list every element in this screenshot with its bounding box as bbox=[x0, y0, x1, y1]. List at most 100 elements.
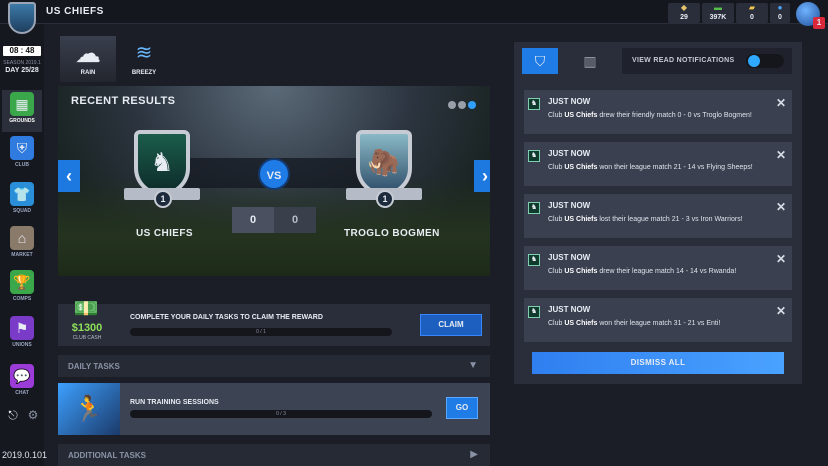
ball-icon: ◆ bbox=[680, 3, 688, 12]
close-icon[interactable]: ✕ bbox=[776, 96, 786, 110]
recent-results-title: RECENT RESULTS bbox=[71, 95, 176, 107]
notification-badge: 1 bbox=[813, 17, 825, 29]
toggle-knob bbox=[748, 55, 760, 67]
sidebar-item-chat[interactable]: 💬 CHAT bbox=[2, 362, 42, 404]
unions-icon: ▥ bbox=[583, 53, 597, 69]
unions-icon: ⚑ bbox=[10, 316, 34, 340]
stat-balls[interactable]: ◆ 29 bbox=[668, 3, 700, 23]
stat-tickets[interactable]: ▰ 0 bbox=[736, 3, 768, 23]
close-icon[interactable]: ✕ bbox=[776, 148, 786, 162]
carousel-dot-3[interactable] bbox=[468, 101, 476, 109]
weather-rain: ☁ RAIN bbox=[60, 36, 116, 82]
carousel-dot-2[interactable] bbox=[458, 101, 466, 109]
vs-badge: VS bbox=[258, 158, 290, 190]
prev-result-button[interactable]: ‹ bbox=[58, 160, 80, 192]
away-shield: 🦣 bbox=[356, 130, 412, 196]
jersey-icon: 👕 bbox=[10, 182, 34, 206]
trophy-icon: 🏆 bbox=[10, 270, 34, 294]
notification-item: ♞ JUST NOW Club US Chiefs won their leag… bbox=[524, 298, 792, 342]
weather-breezy: ≋ BREEZY bbox=[116, 36, 172, 82]
cash-stack-icon: 💵 bbox=[73, 298, 99, 320]
day-label: DAY 25/28 bbox=[5, 67, 39, 74]
training-task-text: RUN TRAINING SESSIONS bbox=[130, 399, 219, 406]
club-crest-icon: ♞ bbox=[528, 202, 540, 214]
club-crest-icon: ♞ bbox=[528, 98, 540, 110]
next-result-button[interactable]: › bbox=[474, 160, 490, 192]
game-clock: 08 : 48 PM bbox=[3, 46, 41, 65]
top-bar: US CHIEFS ◆ 29 ▬ 397K ▰ 0 ● 0 bbox=[0, 0, 828, 24]
reward-cash: $1300 bbox=[71, 322, 103, 334]
additional-tasks-header[interactable]: ADDITIONAL TASKS ▶ bbox=[58, 444, 490, 466]
chevron-right-icon: ▶ bbox=[470, 449, 478, 460]
club-icon: ⛨ bbox=[10, 136, 34, 160]
club-title: US CHIEFS bbox=[46, 6, 104, 17]
away-team-crest: 🦣 1 bbox=[346, 130, 422, 220]
daily-reward-card: 💵 $1300 CLUB CASH COMPLETE YOUR DAILY TA… bbox=[58, 298, 490, 346]
season-label: SEASON 2019.1 bbox=[3, 60, 41, 66]
carousel-dot-1[interactable] bbox=[448, 101, 456, 109]
notifications-panel: ⛉ ▥ VIEW READ NOTIFICATIONS ♞ JUST NOW C… bbox=[514, 42, 802, 384]
go-button[interactable]: GO bbox=[446, 397, 478, 419]
claim-button[interactable]: CLAIM bbox=[420, 314, 482, 336]
shield-icon: ⛉ bbox=[534, 53, 546, 69]
chevron-right-icon: › bbox=[482, 166, 488, 186]
club-crest-icon: ♞ bbox=[528, 306, 540, 318]
stadium-icon: ▦ bbox=[10, 92, 34, 116]
club-crest-icon: ♞ bbox=[528, 150, 540, 162]
cash-icon: ▬ bbox=[714, 3, 722, 12]
market-icon: ⌂ bbox=[10, 226, 34, 250]
sidebar-item-unions[interactable]: ⚑ UNIONS bbox=[2, 314, 42, 356]
gear-icon[interactable]: ⚙ bbox=[26, 408, 40, 422]
club-logo[interactable] bbox=[8, 2, 36, 34]
close-icon[interactable]: ✕ bbox=[776, 304, 786, 318]
away-tier-badge: 1 bbox=[376, 190, 394, 208]
exit-icon[interactable]: ⎋ bbox=[6, 408, 20, 422]
tab-club-notifications[interactable]: ⛉ bbox=[522, 48, 558, 74]
recent-results-card: RECENT RESULTS ‹ › ♞ 1 🦣 1 VS 0 0 US CHI… bbox=[58, 86, 490, 276]
away-score: 0 bbox=[274, 207, 316, 233]
knight-icon: ♞ bbox=[150, 147, 174, 177]
notification-item: ♞ JUST NOW Club US Chiefs lost their lea… bbox=[524, 194, 792, 238]
carousel-dots bbox=[446, 96, 476, 114]
away-team-name: TROGLO BOGMEN bbox=[344, 228, 440, 239]
sidebar-item-grounds[interactable]: ▦ GROUNDS bbox=[2, 90, 42, 132]
home-score: 0 bbox=[232, 207, 274, 233]
version-label: 2019.0.101 bbox=[2, 450, 48, 460]
runner-icon: 🏃 bbox=[58, 383, 120, 435]
club-crest-icon: ♞ bbox=[528, 254, 540, 266]
home-team-name: US CHIEFS bbox=[136, 228, 193, 239]
mammoth-icon: 🦣 bbox=[367, 147, 401, 177]
stat-drops[interactable]: ● 0 bbox=[770, 3, 790, 23]
ticket-icon: ▰ bbox=[748, 3, 756, 12]
home-shield: ♞ bbox=[134, 130, 190, 196]
chevron-down-icon: ▼ bbox=[468, 360, 478, 371]
view-read-toggle-row: VIEW READ NOTIFICATIONS bbox=[622, 48, 792, 74]
notification-item: ♞ JUST NOW Club US Chiefs won their leag… bbox=[524, 142, 792, 186]
sidebar-item-squad[interactable]: 👕 SQUAD bbox=[2, 180, 42, 222]
sidebar-item-market[interactable]: ⌂ MARKET bbox=[2, 224, 42, 266]
reward-cash-label: CLUB CASH bbox=[72, 335, 102, 341]
chevron-left-icon: ‹ bbox=[66, 166, 72, 186]
stat-cash[interactable]: ▬ 397K bbox=[702, 3, 734, 23]
notification-item: ♞ JUST NOW Club US Chiefs drew their lea… bbox=[524, 246, 792, 290]
home-tier-badge: 1 bbox=[154, 190, 172, 208]
dismiss-all-button[interactable]: DISMISS ALL bbox=[532, 352, 784, 374]
close-icon[interactable]: ✕ bbox=[776, 252, 786, 266]
sidebar-item-club[interactable]: ⛨ CLUB bbox=[2, 134, 42, 176]
tab-union-notifications[interactable]: ▥ bbox=[572, 48, 608, 74]
notification-item: ♞ JUST NOW Club US Chiefs drew their fri… bbox=[524, 90, 792, 134]
wind-icon: ≋ bbox=[135, 42, 153, 64]
daily-tasks-header[interactable]: DAILY TASKS ▼ bbox=[58, 355, 490, 377]
reward-progress-bar: 0 / 1 bbox=[130, 328, 392, 336]
chat-icon: 💬 bbox=[10, 364, 34, 388]
view-read-toggle[interactable] bbox=[746, 54, 784, 68]
reward-instructions: COMPLETE YOUR DAILY TASKS TO CLAIM THE R… bbox=[130, 314, 323, 321]
rain-cloud-icon: ☁ bbox=[75, 38, 101, 68]
view-read-label: VIEW READ NOTIFICATIONS bbox=[632, 57, 735, 64]
home-team-crest: ♞ 1 bbox=[124, 130, 200, 220]
training-task-card: 🏃 RUN TRAINING SESSIONS 0 / 3 GO bbox=[58, 383, 490, 435]
sidebar-item-comps[interactable]: 🏆 COMPS bbox=[2, 268, 42, 310]
close-icon[interactable]: ✕ bbox=[776, 200, 786, 214]
drop-icon: ● bbox=[777, 3, 783, 12]
training-progress-bar: 0 / 3 bbox=[130, 410, 432, 418]
